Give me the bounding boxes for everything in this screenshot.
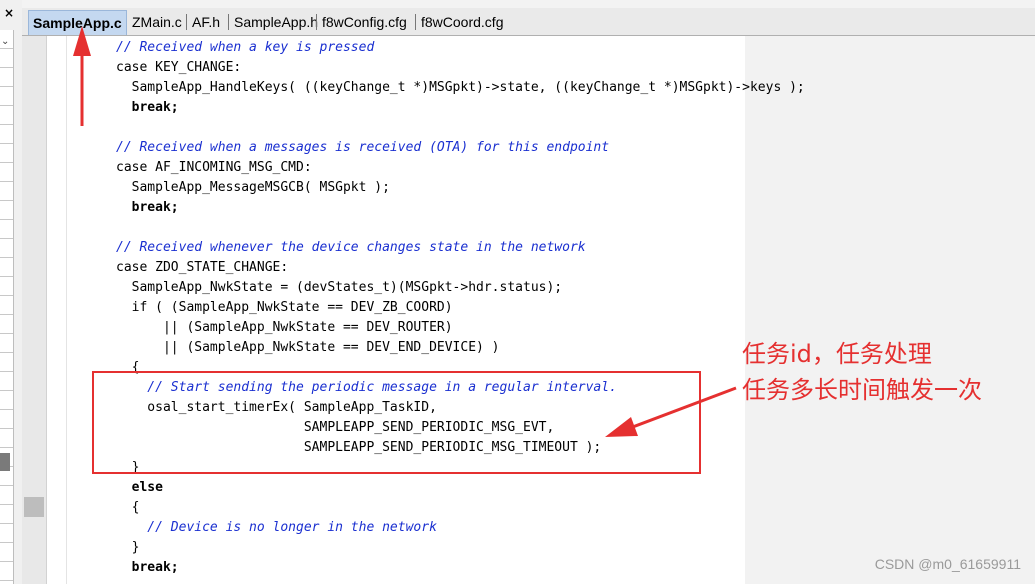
code-line[interactable]: } bbox=[116, 538, 140, 558]
code-line[interactable]: break; bbox=[116, 98, 179, 118]
tab-af-h[interactable]: AF.h bbox=[188, 10, 224, 34]
code-comment-line[interactable]: // Received when a key is pressed bbox=[116, 38, 374, 58]
tab-f8wconfig-cfg[interactable]: f8wConfig.cfg bbox=[318, 10, 411, 34]
editor-right-margin bbox=[745, 36, 1035, 584]
code-comment-line[interactable]: // Device is no longer in the network bbox=[116, 518, 437, 538]
watermark: CSDN @m0_61659911 bbox=[874, 556, 1021, 572]
code-comment-line[interactable]: // Received whenever the device changes … bbox=[116, 238, 586, 258]
code-line[interactable]: case KEY_CHANGE: bbox=[116, 58, 241, 78]
tab-f8wcoord-cfg[interactable]: f8wCoord.cfg bbox=[417, 10, 507, 34]
annotation-text: 任务多长时间触发一次 bbox=[742, 376, 982, 404]
tab-separator bbox=[316, 14, 317, 30]
code-line[interactable]: || (SampleApp_NwkState == DEV_END_DEVICE… bbox=[116, 338, 500, 358]
tree-selection-marker bbox=[0, 453, 10, 471]
tab-separator bbox=[186, 14, 187, 30]
code-line[interactable]: || (SampleApp_NwkState == DEV_ROUTER) bbox=[116, 318, 453, 338]
code-line[interactable]: case ZDO_STATE_CHANGE: bbox=[116, 258, 288, 278]
tab-sampleapp-c[interactable]: SampleApp.c bbox=[28, 10, 127, 35]
chevron-down-icon[interactable]: ⌄ bbox=[1, 36, 9, 47]
code-line[interactable]: SampleApp_HandleKeys( ((keyChange_t *)MS… bbox=[116, 78, 805, 98]
code-line[interactable]: SampleApp_MessageMSGCB( MSGpkt ); bbox=[116, 178, 390, 198]
code-line[interactable]: break; bbox=[116, 198, 179, 218]
highlight-box bbox=[92, 371, 701, 474]
file-tab-strip: SampleApp.c ZMain.c AF.h SampleApp.h f8w… bbox=[22, 8, 1035, 36]
editor-margin[interactable] bbox=[22, 36, 47, 584]
fold-guide bbox=[66, 36, 67, 584]
tab-sampleapp-h[interactable]: SampleApp.h bbox=[230, 10, 322, 34]
workspace-pane: × ⌄ bbox=[0, 0, 23, 584]
annotation-text: 任务id，任务处理 bbox=[742, 340, 932, 368]
close-icon[interactable]: × bbox=[4, 6, 14, 20]
breakpoint-marker[interactable] bbox=[24, 497, 44, 517]
code-line[interactable]: { bbox=[116, 498, 140, 518]
tab-separator bbox=[228, 14, 229, 30]
code-line[interactable]: else bbox=[116, 478, 163, 498]
code-comment-line[interactable]: // Received when a messages is received … bbox=[116, 138, 609, 158]
code-line[interactable]: SampleApp_NwkState = (devStates_t)(MSGpk… bbox=[116, 278, 562, 298]
code-line[interactable]: break; bbox=[116, 558, 179, 578]
tab-separator bbox=[415, 14, 416, 30]
code-line[interactable]: if ( (SampleApp_NwkState == DEV_ZB_COORD… bbox=[116, 298, 453, 318]
code-line[interactable]: case AF_INCOMING_MSG_CMD: bbox=[116, 158, 312, 178]
tab-zmain-c[interactable]: ZMain.c bbox=[128, 10, 186, 34]
code-editor[interactable]: // Received when a key is pressed case KE… bbox=[22, 36, 1035, 584]
workspace-tree[interactable] bbox=[0, 30, 14, 584]
